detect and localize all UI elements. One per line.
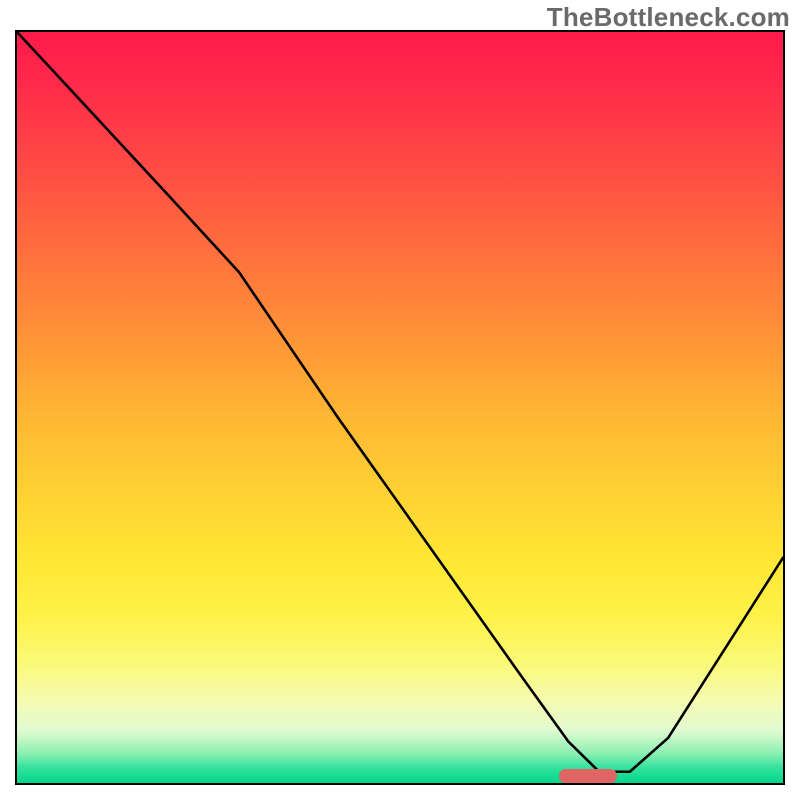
bottleneck-curve bbox=[17, 32, 783, 783]
watermark-text: TheBottleneck.com bbox=[547, 2, 790, 33]
chart-container: TheBottleneck.com bbox=[0, 0, 800, 800]
optimal-range-marker bbox=[559, 769, 617, 783]
plot-area bbox=[15, 30, 785, 785]
